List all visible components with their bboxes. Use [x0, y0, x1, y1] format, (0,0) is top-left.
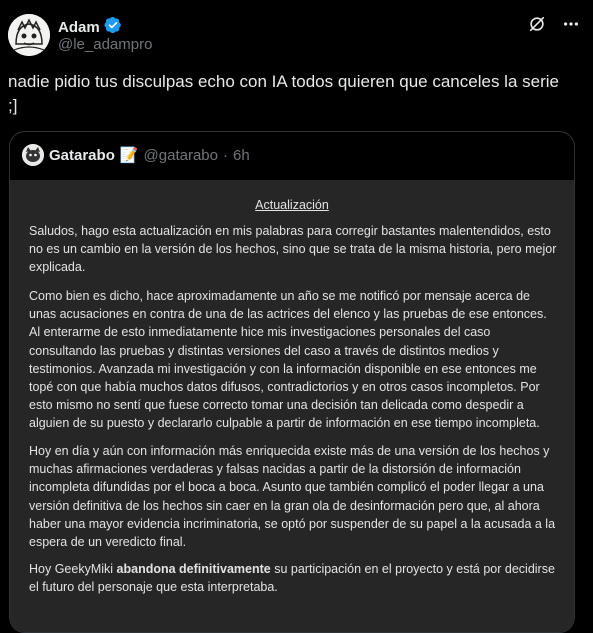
quoted-author-handle[interactable]: @gatarabo: [144, 147, 218, 164]
paragraph-4-bold: abandona definitivamente: [116, 562, 271, 576]
document-title: Actualización: [255, 198, 329, 212]
document-paragraph-1: Saludos, hago esta actualización en mis …: [29, 224, 557, 275]
quoted-tweet-header: Gatarabo 📝 @gatarabo · 6h: [22, 144, 250, 166]
attached-document-image[interactable]: Actualización Saludos, hago esta actuali…: [10, 180, 574, 632]
grok-icon[interactable]: [527, 14, 547, 34]
quoted-timestamp[interactable]: 6h: [233, 147, 250, 164]
author-name[interactable]: Adam: [58, 19, 100, 36]
document-paragraph-4: Hoy GeekyMiki abandona definitivamente s…: [29, 560, 557, 596]
tweet-header: Adam @le_adampro: [8, 12, 581, 58]
memo-emoji: 📝: [119, 147, 139, 164]
quoted-author-avatar[interactable]: [22, 144, 44, 166]
document-paragraph-3: Hoy en día y aún con información más enr…: [29, 444, 556, 550]
more-icon[interactable]: [561, 14, 581, 34]
author-handle[interactable]: @le_adampro: [58, 36, 152, 53]
paragraph-4-start: Hoy GeekyMiki: [29, 562, 117, 576]
quoted-tweet[interactable]: Gatarabo 📝 @gatarabo · 6h Actualización …: [9, 131, 575, 633]
author-avatar[interactable]: [8, 14, 50, 56]
document-paragraph-2: Como bien es dicho, hace aproximadamente…: [29, 289, 547, 431]
tweet-text: nadie pidio tus disculpas echo con IA to…: [8, 72, 559, 115]
quoted-author-name[interactable]: Gatarabo: [49, 147, 115, 164]
separator-dot: ·: [223, 146, 228, 164]
